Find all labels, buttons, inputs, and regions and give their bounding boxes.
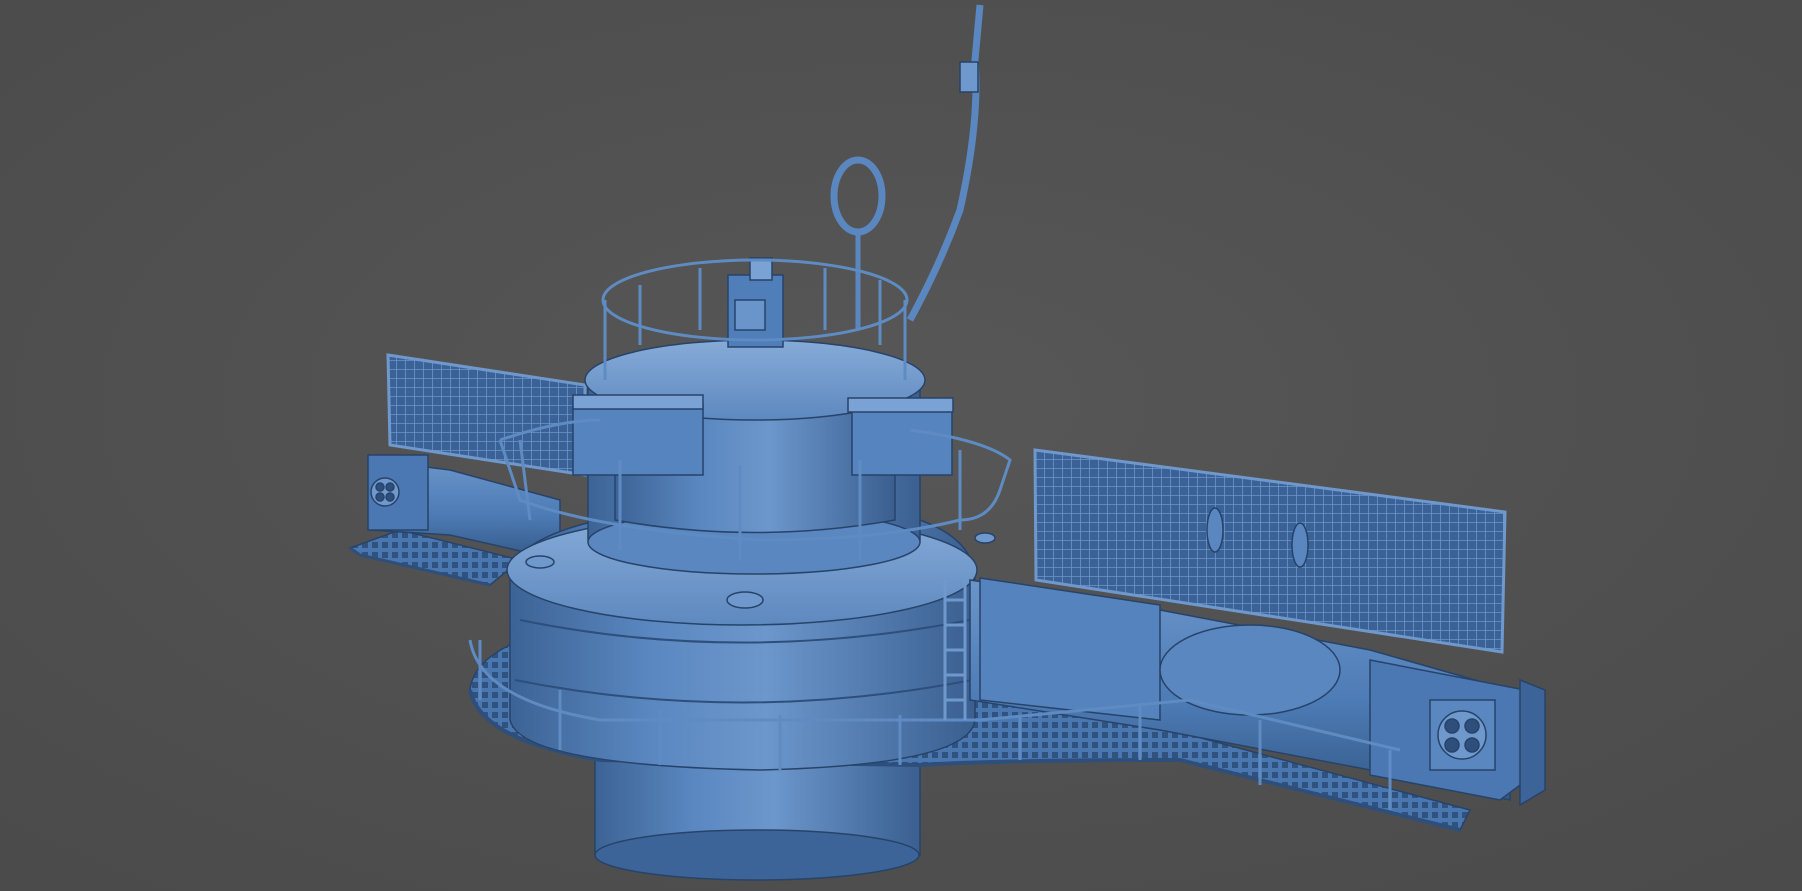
3d-viewport[interactable] [0, 0, 1802, 891]
ladder [943, 580, 967, 720]
lower-cylinder [594, 759, 921, 881]
render-canvas [0, 0, 1802, 891]
